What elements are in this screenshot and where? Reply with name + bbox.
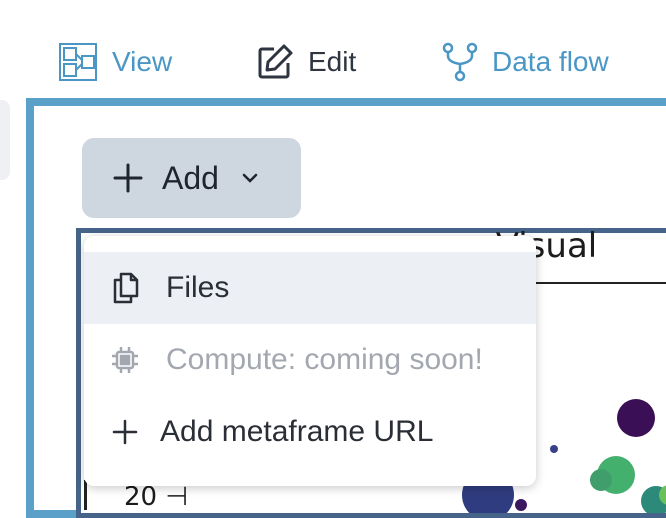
plus-icon [110,419,140,445]
tab-edit[interactable]: Edit [256,40,356,84]
add-button-label: Add [162,159,219,196]
plus-icon [112,162,144,194]
plot-y-tick: 20 ⊣ [124,482,188,512]
plot-point [550,445,558,453]
files-icon [110,272,140,304]
plot-axis-line [530,282,666,284]
chevron-down-icon [241,172,259,184]
plot-point [515,499,527,511]
chip-icon [110,345,140,375]
plot-point [590,469,612,491]
view-layout-icon [58,42,98,82]
plot-point [617,399,655,437]
tab-edit-label: Edit [308,46,357,77]
menu-item-compute-label: Compute: coming soon! [166,343,483,376]
menu-item-add-metaframe-url[interactable]: Add metaframe URL [84,396,536,468]
mode-tabs: View Edit Data flow [0,0,666,98]
plot-y-tick-label: 20 [124,482,158,512]
menu-item-files[interactable]: Files [84,252,536,324]
tab-view-label: View [112,46,173,77]
edit-icon [256,43,294,81]
add-dropdown-menu: Files Compute: coming soon! Add metafram… [84,236,536,486]
data-flow-icon [442,42,478,82]
menu-item-add-metaframe-url-label: Add metaframe URL [160,415,434,448]
add-button[interactable]: Add [82,138,301,218]
tick-mark: ⊣ [165,482,189,512]
tab-data-flow-label: Data flow [492,46,609,77]
tab-view[interactable]: View [58,40,172,84]
left-panel-edge [0,100,10,180]
tab-data-flow[interactable]: Data flow [442,40,609,84]
menu-item-files-label: Files [166,271,230,304]
menu-item-compute: Compute: coming soon! [84,324,536,396]
